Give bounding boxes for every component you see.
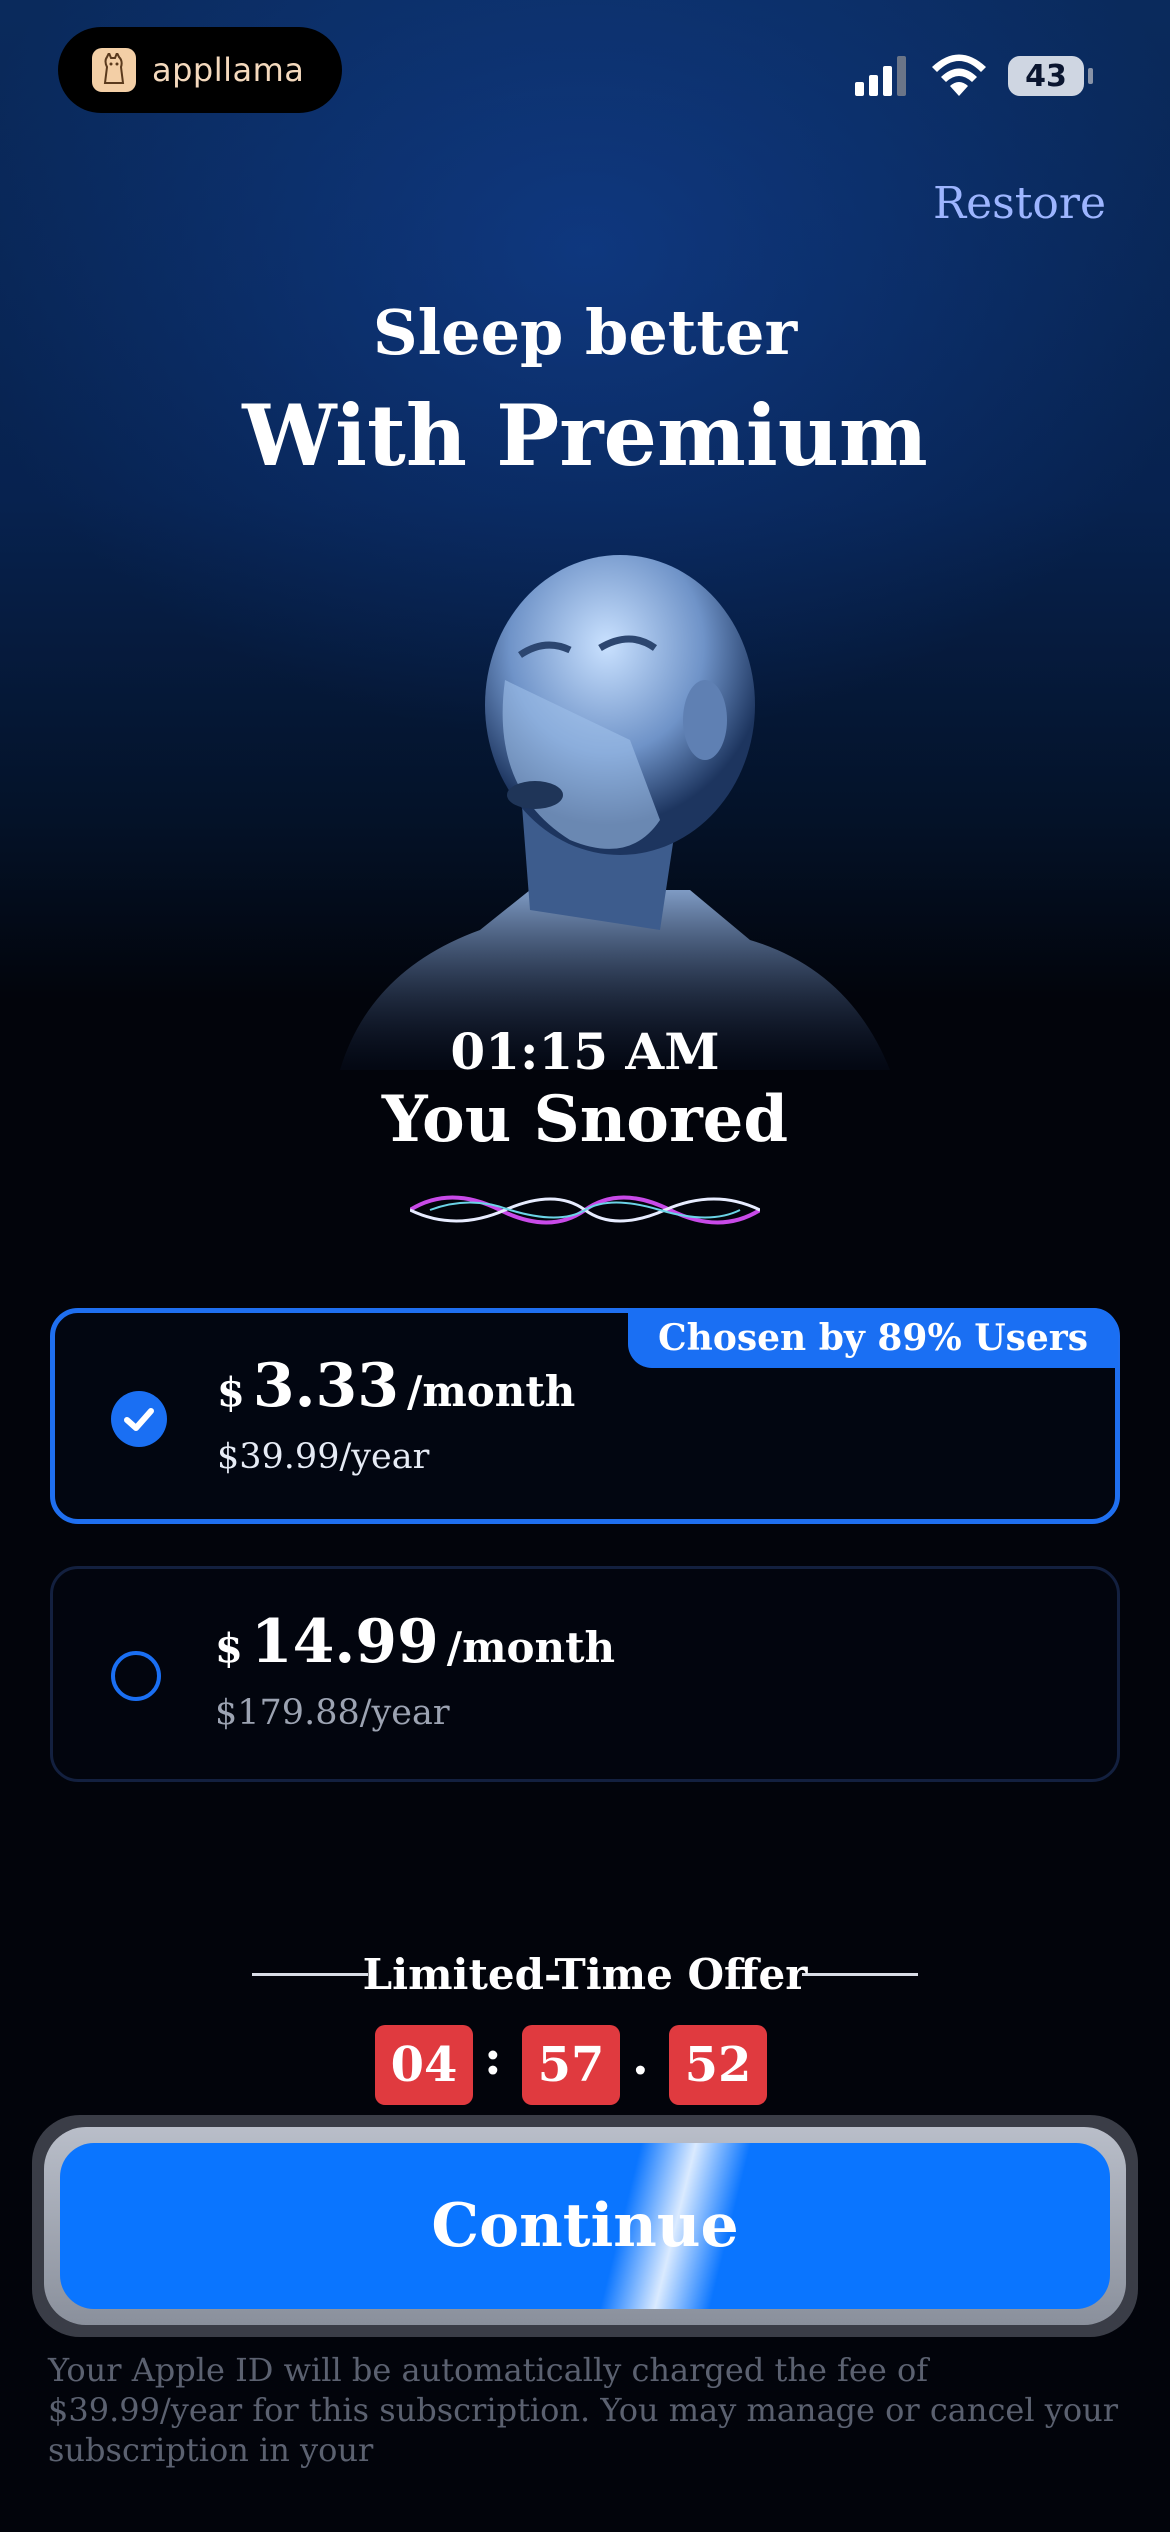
- offer-label: Limited-Time Offer: [362, 1950, 808, 1999]
- event-time: 01:15 AM: [450, 1022, 720, 1081]
- appllama-pill: appllama: [58, 27, 342, 113]
- battery-cap: [1088, 68, 1093, 84]
- plan-option-annual[interactable]: Chosen by 89% Users $3.33/month $39.99/y…: [50, 1308, 1120, 1524]
- audio-wave-icon: [408, 1180, 762, 1244]
- event-label: You Snored: [381, 1082, 789, 1157]
- radio-selected-icon[interactable]: [111, 1391, 167, 1447]
- timer-hours: 04: [375, 2025, 473, 2105]
- timer-seconds: 52: [669, 2025, 767, 2105]
- plan-annual-price: $39.99/year: [217, 1437, 430, 1477]
- wifi-icon: [932, 52, 986, 100]
- plan-price: $14.99/month: [215, 1607, 615, 1677]
- plan-period: /month: [446, 1623, 616, 1672]
- timer-minutes: 57: [522, 2025, 620, 2105]
- brand-label: appllama: [152, 51, 305, 89]
- timer-separator: .: [632, 2030, 649, 2086]
- battery-icon: 43: [1008, 56, 1084, 96]
- llama-logo-icon: [92, 48, 136, 92]
- restore-button[interactable]: Restore: [933, 178, 1106, 229]
- continue-label: Continue: [431, 2191, 739, 2261]
- legal-text: Your Apple ID will be automatically char…: [48, 2351, 1118, 2469]
- plan-option-monthly[interactable]: $14.99/month $179.88/year: [50, 1566, 1120, 1782]
- plan-annual-price: $179.88/year: [215, 1693, 450, 1733]
- plan-amount: 14.99: [250, 1607, 439, 1677]
- page-subtitle: Sleep better: [372, 296, 798, 369]
- plan-amount: 3.33: [252, 1351, 399, 1421]
- battery-level: 43: [1025, 58, 1067, 94]
- continue-button[interactable]: Continue: [60, 2143, 1110, 2309]
- timer-separator: :: [484, 2030, 502, 2086]
- plan-period: /month: [406, 1367, 576, 1416]
- plan-currency: $: [217, 1369, 245, 1416]
- page-title: With Premium: [242, 386, 928, 485]
- radio-unselected-icon[interactable]: [111, 1651, 161, 1701]
- plan-currency: $: [215, 1625, 243, 1672]
- sleeping-face-illustration: [330, 530, 910, 1094]
- cellular-signal-icon: [855, 56, 913, 100]
- popular-badge: Chosen by 89% Users: [628, 1308, 1118, 1368]
- plan-price: $3.33/month: [217, 1351, 575, 1421]
